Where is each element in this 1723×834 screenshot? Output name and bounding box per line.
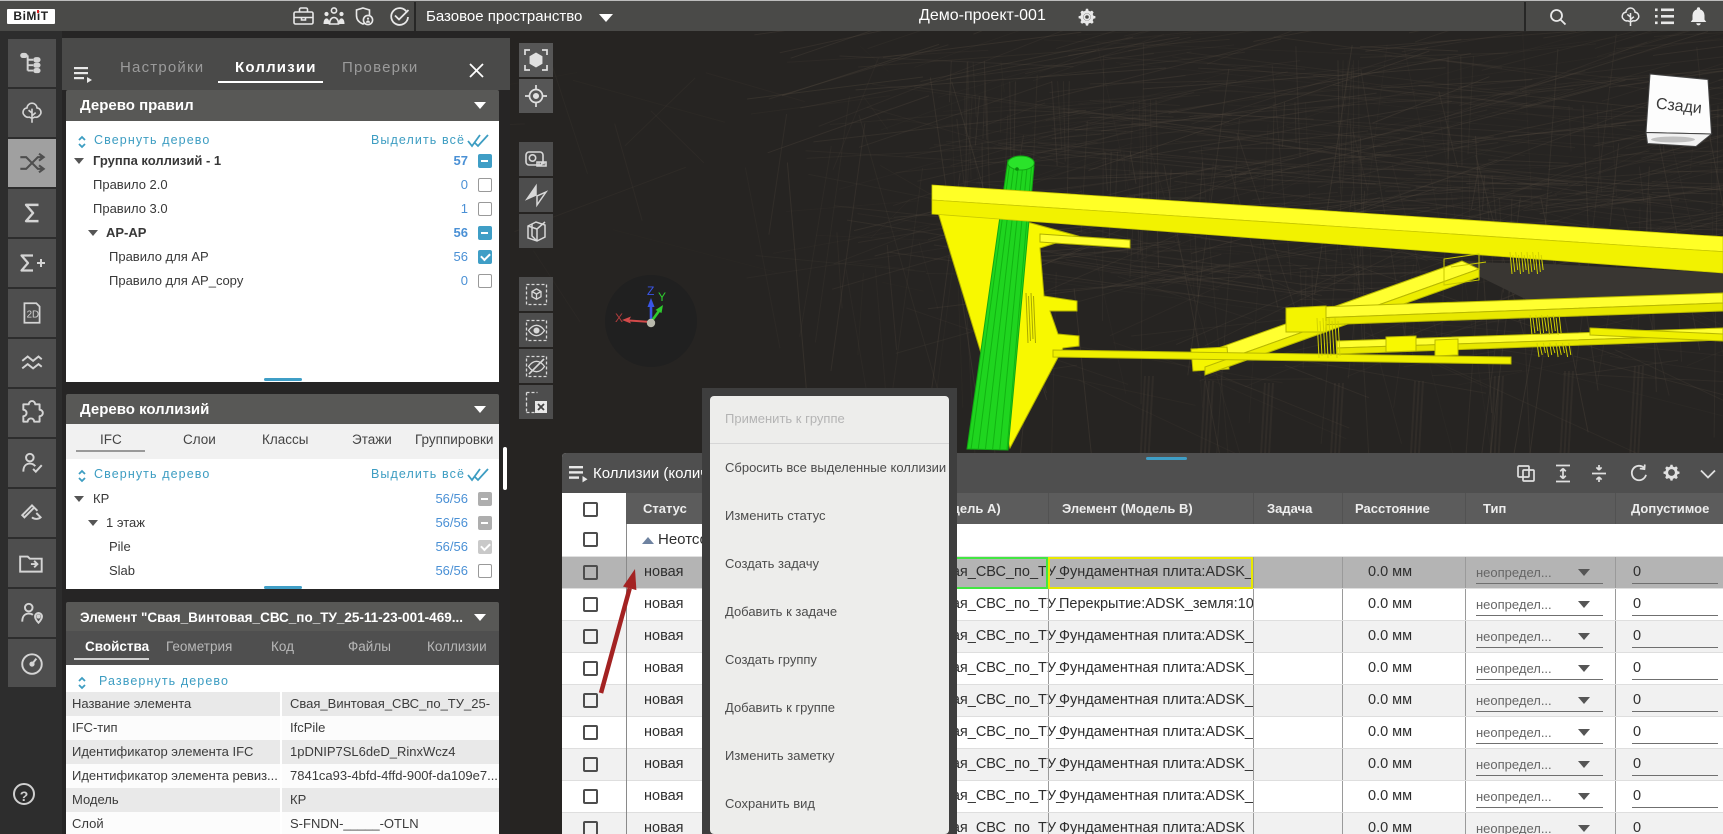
svg-text:X: X bbox=[615, 311, 623, 325]
svg-text:2D: 2D bbox=[27, 309, 39, 320]
svg-text:Y: Y bbox=[658, 290, 666, 304]
svg-text:Z: Z bbox=[647, 284, 654, 298]
